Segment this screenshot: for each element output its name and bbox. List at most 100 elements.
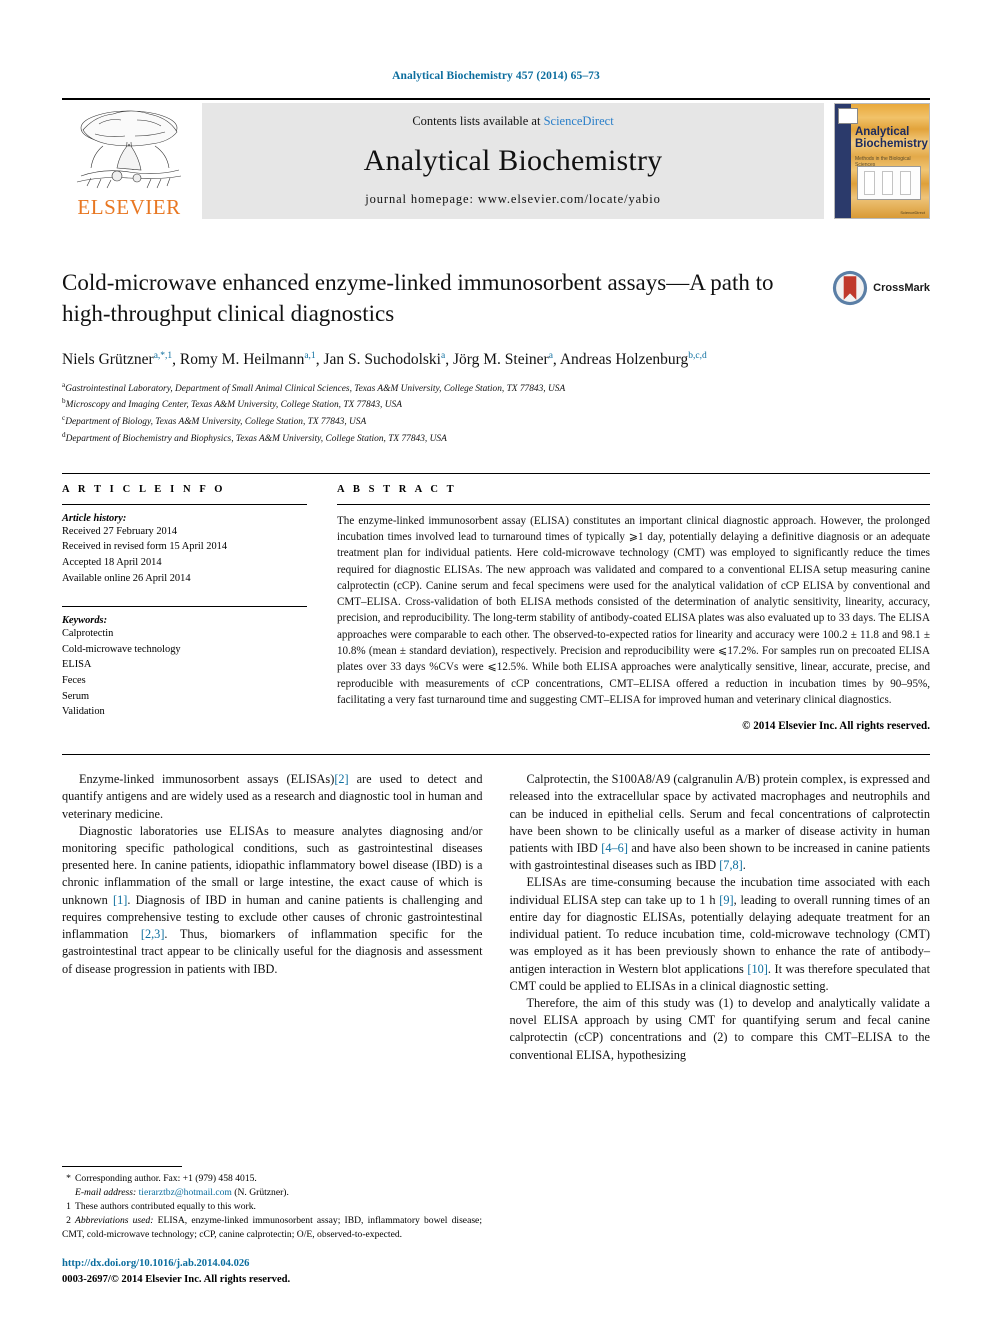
author-affil-marker: a,1	[304, 350, 316, 361]
body-paragraph: Calprotectin, the S100A8/A9 (calgranulin…	[509, 772, 931, 873]
footnote-marker-2: 2	[66, 1215, 71, 1227]
title-block: Cold-microwave enhanced enzyme-linked im…	[62, 268, 930, 447]
author-item: Niels Grütznera,*,1	[62, 351, 172, 368]
email-label: E-mail address:	[75, 1187, 137, 1199]
footnotes-block: * Corresponding author. Fax: +1 (979) 458…	[62, 1166, 482, 1287]
abstract-heading: A B S T R A C T	[337, 483, 457, 495]
crossmark-label: CrossMark	[873, 282, 930, 294]
cover-gel-image	[857, 166, 921, 200]
cover-footer: ScienceDirect	[900, 210, 925, 215]
elsevier-wordmark: ELSEVIER	[77, 195, 181, 219]
author-name: Niels Grützner	[62, 350, 154, 368]
running-head: Analytical Biochemistry 457 (2014) 65–73	[392, 70, 600, 82]
abstract-copyright: © 2014 Elsevier Inc. All rights reserved…	[742, 720, 930, 733]
contents-available-line: Contents lists available at ScienceDirec…	[412, 114, 613, 129]
elsevier-logo: ELSEVIER	[62, 100, 202, 222]
citation-link[interactable]: [7,8]	[719, 858, 743, 872]
body-paragraph: Therefore, the aim of this study was (1)…	[509, 995, 931, 1062]
email-link[interactable]: tierarztbz@hotmail.com	[139, 1187, 232, 1198]
footnote-equal-contribution: 1 These authors contributed equally to th…	[62, 1200, 482, 1214]
cover-publisher-icon	[838, 108, 858, 124]
affiliation-text: Gastrointestinal Laboratory, Department …	[65, 383, 566, 394]
keyword-item: Feces	[62, 674, 86, 686]
article-history-label: Article history:	[62, 512, 127, 524]
author-list: Niels Grütznera,*,1, Romy M. Heilmanna,1…	[62, 350, 707, 368]
footnote-marker-star: *	[66, 1173, 71, 1185]
page-title: Cold-microwave enhanced enzyme-linked im…	[62, 270, 774, 326]
history-item: Received 27 February 2014	[62, 525, 178, 537]
journal-title: Analytical Biochemistry	[363, 143, 663, 177]
abstract-column: A B S T R A C T The enzyme-linked immuno…	[337, 483, 930, 733]
abbreviations-label: Abbreviations used:	[75, 1215, 154, 1227]
keyword-item: Serum	[62, 690, 90, 702]
author-item: Jörg M. Steinera	[453, 351, 553, 368]
citation-link[interactable]: [4–6]	[601, 841, 628, 855]
body-paragraph: Enzyme-linked immunosorbent assays (ELIS…	[62, 772, 483, 821]
email-owner: (N. Grützner).	[234, 1187, 289, 1199]
masthead-center: Contents lists available at ScienceDirec…	[202, 103, 824, 219]
info-abstract-section: A R T I C L E I N F O Article history: R…	[62, 472, 930, 733]
author-affil-marker: b,c,d	[688, 350, 707, 361]
footnote-divider	[62, 1166, 182, 1168]
affiliation-text: Department of Biology, Texas A&M Univers…	[65, 417, 367, 428]
history-item: Received in revised form 15 April 2014	[62, 541, 228, 553]
body-columns: Enzyme-linked immunosorbent assays (ELIS…	[62, 771, 930, 1063]
author-affil-marker: a	[441, 350, 446, 361]
article-page: Analytical Biochemistry 457 (2014) 65–73	[0, 0, 992, 1323]
affiliation-item: dDepartment of Biochemistry and Biophysi…	[62, 430, 930, 447]
cover-title-line1: Analytical	[855, 126, 910, 138]
keyword-item: Calprotectin	[62, 628, 114, 640]
citation-link[interactable]: [2]	[334, 772, 348, 786]
contents-prefix: Contents lists available at	[412, 114, 544, 128]
crossmark-icon	[833, 270, 868, 306]
citation-link[interactable]: [2,3]	[141, 927, 165, 941]
affiliation-item: bMicroscopy and Imaging Center, Texas A&…	[62, 396, 930, 413]
keyword-item: ELISA	[62, 659, 92, 671]
sciencedirect-link[interactable]: ScienceDirect	[544, 114, 614, 128]
journal-homepage[interactable]: journal homepage: www.elsevier.com/locat…	[365, 192, 661, 207]
issn-copyright: 0003-2697/© 2014 Elsevier Inc. All right…	[62, 1274, 291, 1285]
author-name: Jan S. Suchodolski	[323, 350, 441, 368]
affiliation-text: Microscopy and Imaging Center, Texas A&M…	[65, 400, 402, 411]
citation-link[interactable]: [9]	[719, 893, 733, 907]
affiliation-item: cDepartment of Biology, Texas A&M Univer…	[62, 413, 930, 430]
keywords-label: Keywords:	[62, 615, 108, 627]
divider	[62, 606, 307, 608]
footnote-text: These authors contributed equally to thi…	[75, 1201, 256, 1213]
cover-title-line2: Biochemistry	[855, 138, 928, 151]
author-name: Romy M. Heilmann	[179, 350, 305, 368]
citation-link[interactable]: [10]	[747, 962, 768, 976]
cover-journal-title: Analytical Biochemistry	[855, 126, 928, 151]
journal-cover-thumbnail: Analytical Biochemistry Methods in the B…	[834, 103, 930, 219]
crossmark-badge[interactable]: CrossMark	[832, 270, 930, 306]
body-divider	[62, 754, 930, 756]
body-column-left: Enzyme-linked immunosorbent assays (ELIS…	[62, 771, 483, 1063]
keyword-item: Cold-microwave technology	[62, 643, 181, 655]
article-info-heading: A R T I C L E I N F O	[62, 483, 226, 495]
author-affil-marker: a,*,1	[153, 350, 173, 361]
doi-link[interactable]: http://dx.doi.org/10.1016/j.ab.2014.04.0…	[62, 1258, 482, 1269]
affiliation-list: aGastrointestinal Laboratory, Department…	[62, 380, 930, 447]
author-item: Andreas Holzenburgb,c,d	[560, 351, 707, 368]
body-paragraph: ELISAs are time-consuming because the in…	[509, 875, 931, 993]
affiliation-item: aGastrointestinal Laboratory, Department…	[62, 380, 930, 397]
article-info-column: A R T I C L E I N F O Article history: R…	[62, 484, 307, 733]
keyword-item: Validation	[62, 706, 105, 718]
body-paragraph: Diagnostic laboratories use ELISAs to me…	[62, 823, 483, 976]
journal-masthead: ELSEVIER Contents lists available at Sci…	[62, 98, 930, 222]
footnote-corresponding-author: * Corresponding author. Fax: +1 (979) 458…	[62, 1172, 482, 1186]
history-item: Accepted 18 April 2014	[62, 556, 162, 568]
affiliation-text: Department of Biochemistry and Biophysic…	[65, 434, 447, 445]
author-affil-marker: a	[548, 350, 553, 361]
author-name: Andreas Holzenburg	[559, 350, 689, 368]
author-name: Jörg M. Steiner	[452, 350, 549, 368]
footnote-email: E-mail address: tierarztbz@hotmail.com (…	[62, 1186, 482, 1200]
divider	[337, 503, 930, 505]
footnote-marker-1: 1	[66, 1201, 71, 1213]
footnote-abbreviations: 2 Abbreviations used: ELISA, enzyme-linke…	[62, 1214, 482, 1242]
abstract-text: The enzyme-linked immunosorbent assay (E…	[337, 514, 930, 706]
citation-link[interactable]: [1]	[113, 893, 127, 907]
body-column-right: Calprotectin, the S100A8/A9 (calgranulin…	[510, 771, 931, 1063]
author-item: Romy M. Heilmanna,1	[180, 351, 316, 368]
